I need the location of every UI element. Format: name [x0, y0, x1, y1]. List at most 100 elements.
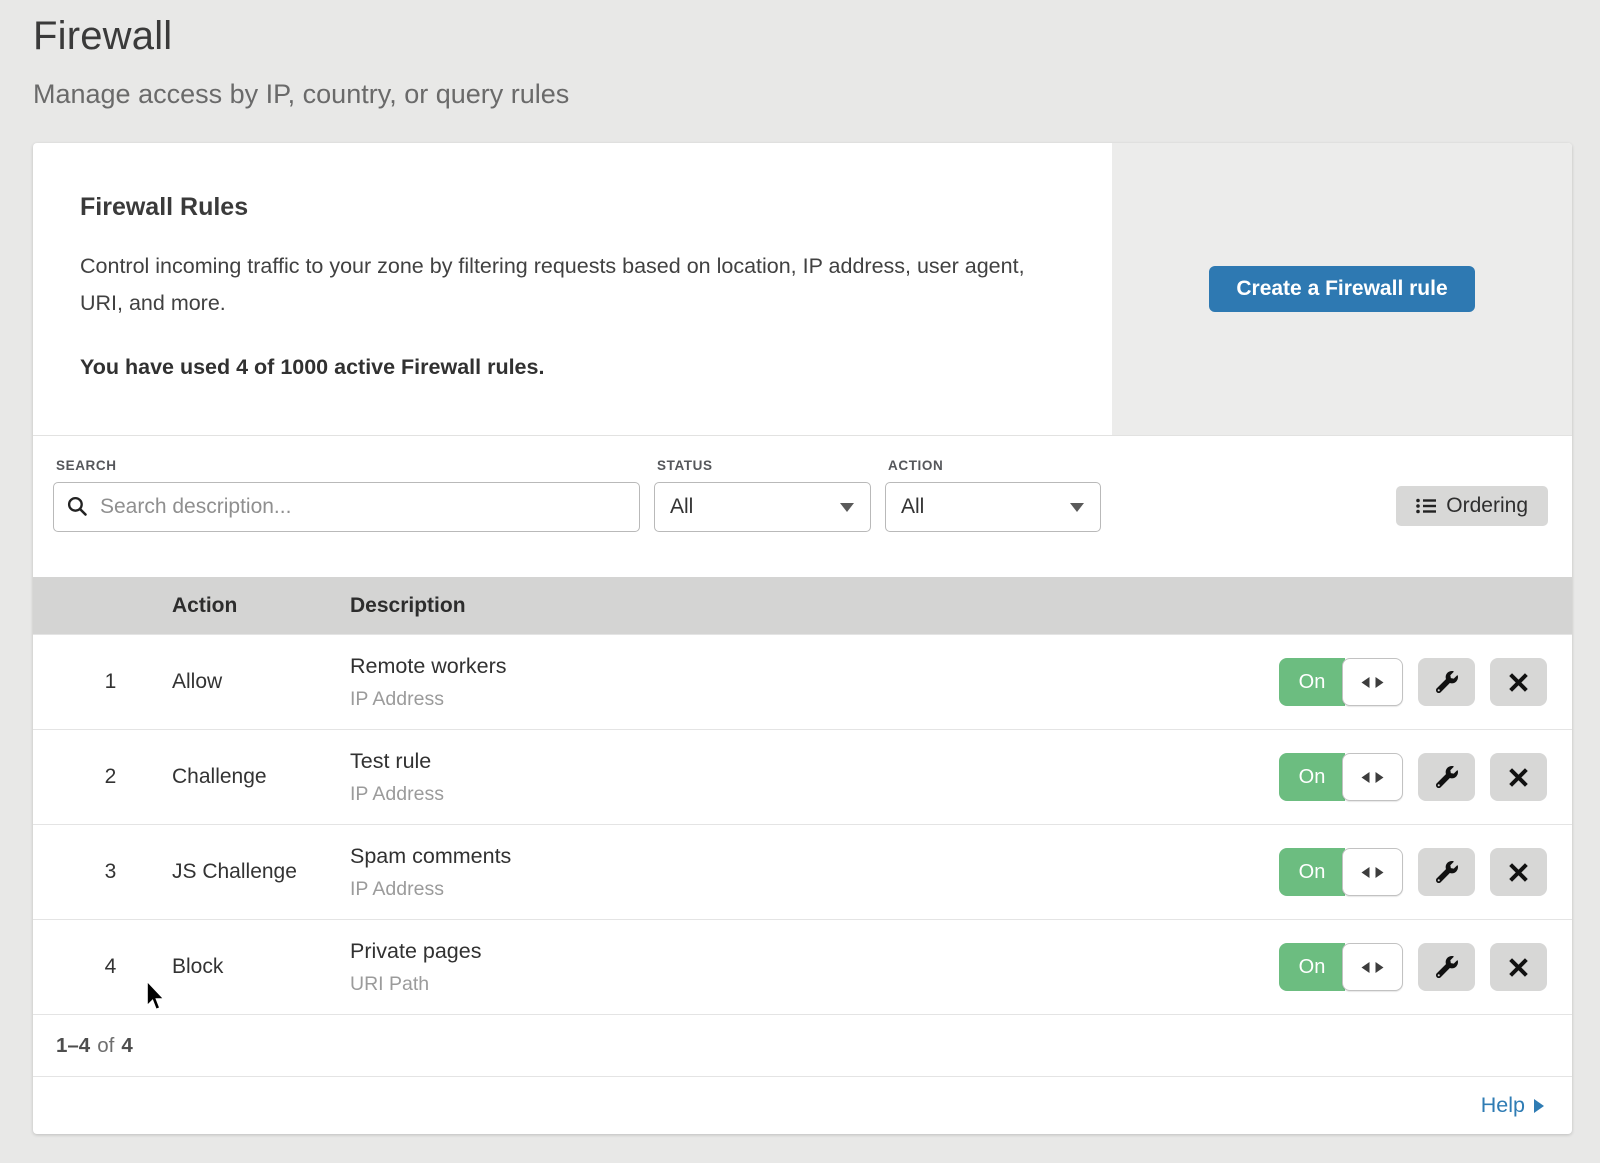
drag-arrows-icon: [1360, 771, 1385, 784]
rule-description: Test rule: [350, 749, 1279, 774]
action-select[interactable]: All: [885, 482, 1101, 532]
toggle-on-label: On: [1279, 753, 1345, 801]
help-link[interactable]: Help: [1481, 1093, 1544, 1118]
firewall-rules-card: Firewall Rules Control incoming traffic …: [33, 143, 1572, 1134]
close-icon: [1508, 862, 1529, 883]
toggle-handle[interactable]: [1342, 658, 1403, 706]
pagination-range: 1–4: [56, 1034, 90, 1058]
overview-heading: Firewall Rules: [80, 193, 1042, 222]
edit-rule-button[interactable]: [1418, 848, 1475, 896]
rule-action: Allow: [172, 670, 350, 694]
toggle-on-label: On: [1279, 943, 1345, 991]
rule-action: JS Challenge: [172, 860, 350, 884]
status-select-value: All: [670, 495, 693, 519]
action-filter: ACTION All: [885, 458, 1101, 577]
rule-controls: On: [1279, 943, 1572, 991]
rule-controls: On: [1279, 848, 1572, 896]
drag-arrows-icon: [1360, 866, 1385, 879]
page-title: Firewall: [33, 14, 1600, 59]
pagination: 1–4 of 4: [33, 1014, 1572, 1076]
rule-description: Remote workers: [350, 654, 1279, 679]
edit-rule-button[interactable]: [1418, 753, 1475, 801]
close-icon: [1508, 957, 1529, 978]
search-input[interactable]: [53, 482, 640, 532]
description-column-header: Description: [350, 594, 1572, 618]
search-label: SEARCH: [53, 458, 640, 473]
rule-priority: 2: [33, 765, 172, 789]
rule-enabled-toggle[interactable]: On: [1279, 943, 1403, 991]
rule-match-type: URI Path: [350, 973, 1279, 996]
create-firewall-rule-button[interactable]: Create a Firewall rule: [1209, 266, 1474, 312]
overview-description: Control incoming traffic to your zone by…: [80, 248, 1042, 322]
action-label: ACTION: [885, 458, 1101, 473]
drag-arrows-icon: [1360, 676, 1385, 689]
arrow-right-icon: [1534, 1099, 1544, 1113]
page-header: Firewall Manage access by IP, country, o…: [0, 0, 1600, 110]
wrench-icon: [1436, 766, 1458, 788]
delete-rule-button[interactable]: [1490, 753, 1547, 801]
edit-rule-button[interactable]: [1418, 943, 1475, 991]
delete-rule-button[interactable]: [1490, 658, 1547, 706]
pagination-of: of: [97, 1034, 114, 1058]
edit-rule-button[interactable]: [1418, 658, 1475, 706]
toggle-handle[interactable]: [1342, 943, 1403, 991]
rule-description: Spam comments: [350, 844, 1279, 869]
wrench-icon: [1436, 671, 1458, 693]
rule-description: Private pages: [350, 939, 1279, 964]
rule-enabled-toggle[interactable]: On: [1279, 848, 1403, 896]
wrench-icon: [1436, 861, 1458, 883]
table-row: 1 Allow Remote workers IP Address On: [33, 634, 1572, 729]
rule-action: Challenge: [172, 765, 350, 789]
close-icon: [1508, 672, 1529, 693]
status-filter: STATUS All: [654, 458, 871, 577]
status-select[interactable]: All: [654, 482, 871, 532]
wrench-icon: [1436, 956, 1458, 978]
delete-rule-button[interactable]: [1490, 848, 1547, 896]
help-link-label: Help: [1481, 1093, 1525, 1118]
rule-description-cell: Private pages URI Path: [350, 939, 1279, 996]
chevron-down-icon: [840, 503, 854, 512]
rule-priority: 1: [33, 670, 172, 694]
chevron-down-icon: [1070, 503, 1084, 512]
filter-bar: SEARCH STATUS All ACTION All: [33, 436, 1572, 577]
drag-arrows-icon: [1360, 961, 1385, 974]
rule-controls: On: [1279, 658, 1572, 706]
toggle-handle[interactable]: [1342, 753, 1403, 801]
rule-description-cell: Test rule IP Address: [350, 749, 1279, 806]
toggle-on-label: On: [1279, 848, 1345, 896]
rule-enabled-toggle[interactable]: On: [1279, 753, 1403, 801]
pagination-total: 4: [121, 1034, 132, 1058]
ordering-button-label: Ordering: [1446, 494, 1528, 518]
table-row: 2 Challenge Test rule IP Address On: [33, 729, 1572, 824]
help-bar: Help: [33, 1076, 1572, 1134]
status-label: STATUS: [654, 458, 871, 473]
rule-match-type: IP Address: [350, 688, 1279, 711]
toggle-on-label: On: [1279, 658, 1345, 706]
page-subtitle: Manage access by IP, country, or query r…: [33, 79, 1600, 110]
rule-match-type: IP Address: [350, 878, 1279, 901]
overview-section: Firewall Rules Control incoming traffic …: [33, 143, 1572, 436]
rule-action: Block: [172, 955, 350, 979]
overview-text: Firewall Rules Control incoming traffic …: [33, 143, 1112, 435]
rule-description-cell: Spam comments IP Address: [350, 844, 1279, 901]
rule-description-cell: Remote workers IP Address: [350, 654, 1279, 711]
rule-priority: 4: [33, 955, 172, 979]
rule-priority: 3: [33, 860, 172, 884]
table-header: Action Description: [33, 577, 1572, 634]
ordered-list-icon: [1416, 498, 1436, 514]
table-row: 4 Block Private pages URI Path On: [33, 919, 1572, 1014]
rule-match-type: IP Address: [350, 783, 1279, 806]
close-icon: [1508, 767, 1529, 788]
overview-usage: You have used 4 of 1000 active Firewall …: [80, 355, 1042, 380]
rule-enabled-toggle[interactable]: On: [1279, 658, 1403, 706]
ordering-button[interactable]: Ordering: [1396, 486, 1548, 526]
search-filter: SEARCH: [53, 458, 640, 577]
search-icon: [67, 496, 88, 517]
overview-action-panel: Create a Firewall rule: [1112, 143, 1572, 435]
action-column-header: Action: [172, 594, 350, 618]
toggle-handle[interactable]: [1342, 848, 1403, 896]
delete-rule-button[interactable]: [1490, 943, 1547, 991]
table-row: 3 JS Challenge Spam comments IP Address …: [33, 824, 1572, 919]
rule-controls: On: [1279, 753, 1572, 801]
action-select-value: All: [901, 495, 924, 519]
